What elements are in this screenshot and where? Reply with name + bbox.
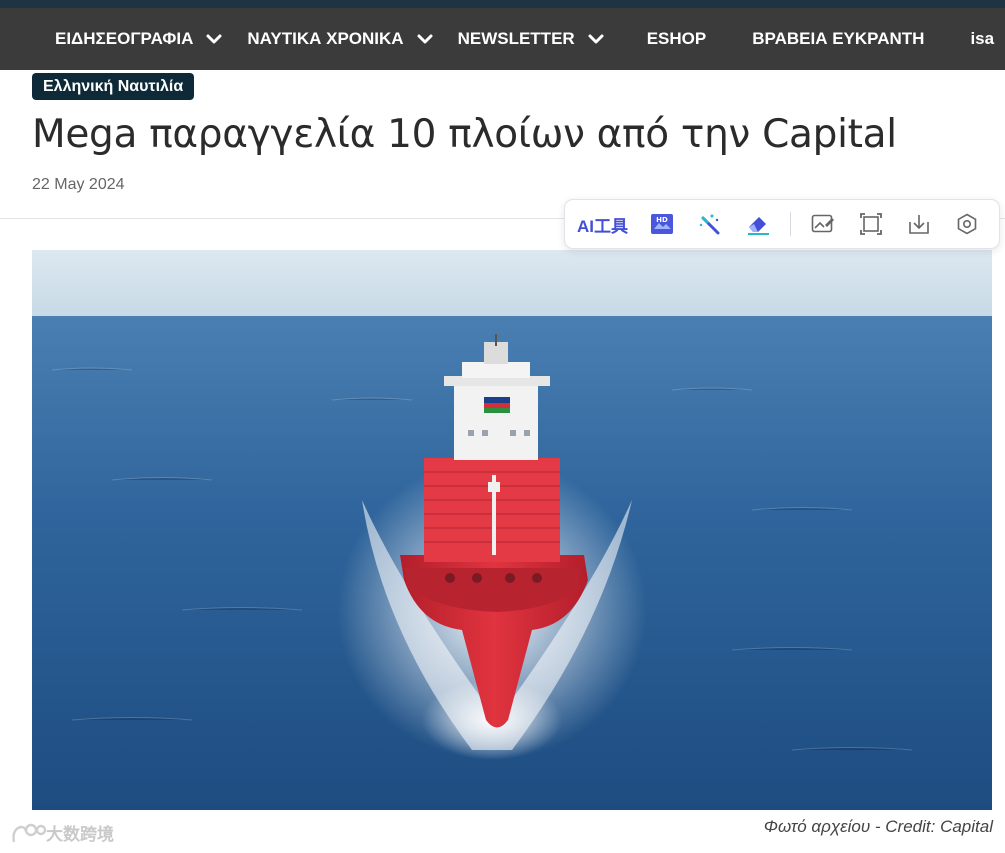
nav-item-label: ΒΡΑΒΕΙΑ ΕΥΚΡΑΝΤΗ xyxy=(752,29,925,48)
nav-item-isa[interactable]: isa xyxy=(970,8,994,70)
eraser-button[interactable] xyxy=(744,210,772,238)
ai-tools-label: AI工具 xyxy=(577,216,628,236)
article-image xyxy=(32,250,992,810)
nav-item-label: ΝΑΥΤΙΚΑ ΧΡΟΝΙΚΑ xyxy=(247,29,404,48)
magic-wand-icon xyxy=(699,214,720,235)
download-button[interactable] xyxy=(905,210,933,238)
chevron-down-icon xyxy=(588,34,604,44)
ai-tools-button[interactable]: AI工具 xyxy=(577,212,628,237)
chevron-down-icon xyxy=(206,34,222,44)
magic-wand-button[interactable] xyxy=(696,210,724,238)
settings-button[interactable] xyxy=(953,210,981,238)
svg-text:HD: HD xyxy=(656,216,668,224)
settings-icon xyxy=(957,213,977,235)
toolbar-divider xyxy=(790,212,791,236)
image-edit-button[interactable] xyxy=(809,210,837,238)
crop-button[interactable] xyxy=(857,210,885,238)
article-title: Mega παραγγελία 10 πλοίων από την Capita… xyxy=(32,112,897,157)
watermark-text: 大数跨境 xyxy=(46,825,114,844)
top-accent-strip xyxy=(0,0,1005,8)
hd-enhance-icon: HD xyxy=(651,214,673,234)
crop-icon xyxy=(860,213,882,235)
image-edit-icon xyxy=(811,214,834,233)
image-caption: Φωτό αρχείου - Credit: Capital xyxy=(763,817,993,836)
article-date: 22 May 2024 xyxy=(32,176,125,193)
nav-item-label: ΕΙΔΗΣΕΟΓΡΑΦΙΑ xyxy=(55,29,194,48)
image-ai-toolbar: AI工具 HD xyxy=(564,199,1000,249)
nav-item-eshop[interactable]: ESHOP xyxy=(647,8,707,70)
download-icon xyxy=(909,215,929,234)
chevron-down-icon xyxy=(417,34,433,44)
hd-enhance-button[interactable]: HD xyxy=(648,210,676,238)
watermark: 大数跨境 xyxy=(10,820,114,845)
container-ship-photo xyxy=(32,250,992,810)
nav-item-newsletter[interactable]: NEWSLETTER xyxy=(458,8,605,70)
eraser-icon xyxy=(748,217,769,235)
watermark-logo-icon xyxy=(12,823,46,842)
nav-item-label: ESHOP xyxy=(646,29,707,48)
nav-item-awards[interactable]: ΒΡΑΒΕΙΑ ΕΥΚΡΑΝΤΗ xyxy=(752,8,924,70)
nav-item-news[interactable]: ΕΙΔΗΣΕΟΓΡΑΦΙΑ xyxy=(55,8,223,70)
nav-item-label: NEWSLETTER xyxy=(457,29,575,48)
nav-item-nautical-chronicles[interactable]: ΝΑΥΤΙΚΑ ΧΡΟΝΙΚΑ xyxy=(247,8,433,70)
nav-item-label: isa xyxy=(970,29,995,48)
category-badge[interactable]: Ελληνική Ναυτιλία xyxy=(32,73,195,100)
main-navigation: ΕΙΔΗΣΕΟΓΡΑΦΙΑ ΝΑΥΤΙΚΑ ΧΡΟΝΙΚΑ NEWSLETTER… xyxy=(0,8,1005,70)
